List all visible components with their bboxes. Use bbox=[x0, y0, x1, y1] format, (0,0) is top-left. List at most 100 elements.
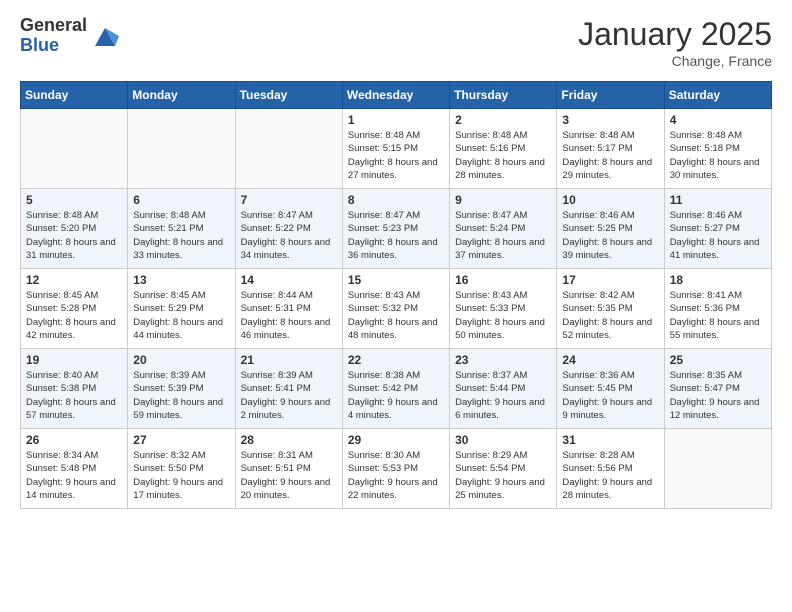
day-number: 8 bbox=[348, 193, 444, 207]
calendar-day-cell: 2 Sunrise: 8:48 AM Sunset: 5:16 PM Dayli… bbox=[450, 109, 557, 189]
title-section: January 2025 Change, France bbox=[578, 16, 772, 69]
calendar: Sunday Monday Tuesday Wednesday Thursday… bbox=[20, 81, 772, 509]
sunset: Sunset: 5:18 PM bbox=[670, 143, 740, 154]
sunrise: Sunrise: 8:35 AM bbox=[670, 370, 742, 381]
sunset: Sunset: 5:31 PM bbox=[241, 303, 311, 314]
calendar-day-cell bbox=[664, 429, 771, 509]
daylight: Daylight: 9 hours and 25 minutes. bbox=[455, 477, 545, 501]
sunset: Sunset: 5:50 PM bbox=[133, 463, 203, 474]
sunrise: Sunrise: 8:40 AM bbox=[26, 370, 98, 381]
page: General Blue January 2025 Change, France… bbox=[0, 0, 792, 612]
day-number: 14 bbox=[241, 273, 337, 287]
sunrise: Sunrise: 8:28 AM bbox=[562, 450, 634, 461]
calendar-day-cell: 24 Sunrise: 8:36 AM Sunset: 5:45 PM Dayl… bbox=[557, 349, 664, 429]
day-number: 27 bbox=[133, 433, 229, 447]
col-monday: Monday bbox=[128, 82, 235, 109]
sunset: Sunset: 5:44 PM bbox=[455, 383, 525, 394]
day-number: 3 bbox=[562, 113, 658, 127]
col-friday: Friday bbox=[557, 82, 664, 109]
calendar-day-cell: 18 Sunrise: 8:41 AM Sunset: 5:36 PM Dayl… bbox=[664, 269, 771, 349]
calendar-day-cell: 7 Sunrise: 8:47 AM Sunset: 5:22 PM Dayli… bbox=[235, 189, 342, 269]
calendar-week-row: 1 Sunrise: 8:48 AM Sunset: 5:15 PM Dayli… bbox=[21, 109, 772, 189]
day-info: Sunrise: 8:40 AM Sunset: 5:38 PM Dayligh… bbox=[26, 369, 122, 422]
sunset: Sunset: 5:45 PM bbox=[562, 383, 632, 394]
daylight: Daylight: 8 hours and 29 minutes. bbox=[562, 157, 652, 181]
col-sunday: Sunday bbox=[21, 82, 128, 109]
sunset: Sunset: 5:51 PM bbox=[241, 463, 311, 474]
sunrise: Sunrise: 8:39 AM bbox=[133, 370, 205, 381]
sunset: Sunset: 5:33 PM bbox=[455, 303, 525, 314]
day-number: 11 bbox=[670, 193, 766, 207]
day-number: 22 bbox=[348, 353, 444, 367]
calendar-day-cell: 25 Sunrise: 8:35 AM Sunset: 5:47 PM Dayl… bbox=[664, 349, 771, 429]
calendar-day-cell: 9 Sunrise: 8:47 AM Sunset: 5:24 PM Dayli… bbox=[450, 189, 557, 269]
sunset: Sunset: 5:23 PM bbox=[348, 223, 418, 234]
daylight: Daylight: 8 hours and 42 minutes. bbox=[26, 317, 116, 341]
calendar-week-row: 5 Sunrise: 8:48 AM Sunset: 5:20 PM Dayli… bbox=[21, 189, 772, 269]
calendar-week-row: 26 Sunrise: 8:34 AM Sunset: 5:48 PM Dayl… bbox=[21, 429, 772, 509]
day-info: Sunrise: 8:42 AM Sunset: 5:35 PM Dayligh… bbox=[562, 289, 658, 342]
sunrise: Sunrise: 8:30 AM bbox=[348, 450, 420, 461]
sunrise: Sunrise: 8:48 AM bbox=[133, 210, 205, 221]
day-number: 4 bbox=[670, 113, 766, 127]
day-number: 31 bbox=[562, 433, 658, 447]
daylight: Daylight: 9 hours and 6 minutes. bbox=[455, 397, 545, 421]
day-number: 16 bbox=[455, 273, 551, 287]
day-number: 12 bbox=[26, 273, 122, 287]
calendar-day-cell: 28 Sunrise: 8:31 AM Sunset: 5:51 PM Dayl… bbox=[235, 429, 342, 509]
daylight: Daylight: 8 hours and 31 minutes. bbox=[26, 237, 116, 261]
sunrise: Sunrise: 8:47 AM bbox=[455, 210, 527, 221]
sunrise: Sunrise: 8:32 AM bbox=[133, 450, 205, 461]
calendar-week-row: 12 Sunrise: 8:45 AM Sunset: 5:28 PM Dayl… bbox=[21, 269, 772, 349]
daylight: Daylight: 8 hours and 59 minutes. bbox=[133, 397, 223, 421]
location-subtitle: Change, France bbox=[578, 53, 772, 69]
sunrise: Sunrise: 8:48 AM bbox=[26, 210, 98, 221]
day-number: 5 bbox=[26, 193, 122, 207]
calendar-day-cell: 19 Sunrise: 8:40 AM Sunset: 5:38 PM Dayl… bbox=[21, 349, 128, 429]
sunrise: Sunrise: 8:45 AM bbox=[26, 290, 98, 301]
sunrise: Sunrise: 8:38 AM bbox=[348, 370, 420, 381]
day-number: 9 bbox=[455, 193, 551, 207]
sunrise: Sunrise: 8:37 AM bbox=[455, 370, 527, 381]
day-info: Sunrise: 8:44 AM Sunset: 5:31 PM Dayligh… bbox=[241, 289, 337, 342]
sunrise: Sunrise: 8:34 AM bbox=[26, 450, 98, 461]
day-info: Sunrise: 8:39 AM Sunset: 5:41 PM Dayligh… bbox=[241, 369, 337, 422]
sunrise: Sunrise: 8:36 AM bbox=[562, 370, 634, 381]
calendar-day-cell: 29 Sunrise: 8:30 AM Sunset: 5:53 PM Dayl… bbox=[342, 429, 449, 509]
sunrise: Sunrise: 8:47 AM bbox=[348, 210, 420, 221]
sunset: Sunset: 5:42 PM bbox=[348, 383, 418, 394]
daylight: Daylight: 8 hours and 39 minutes. bbox=[562, 237, 652, 261]
day-info: Sunrise: 8:30 AM Sunset: 5:53 PM Dayligh… bbox=[348, 449, 444, 502]
sunset: Sunset: 5:39 PM bbox=[133, 383, 203, 394]
calendar-day-cell: 21 Sunrise: 8:39 AM Sunset: 5:41 PM Dayl… bbox=[235, 349, 342, 429]
sunrise: Sunrise: 8:43 AM bbox=[348, 290, 420, 301]
sunset: Sunset: 5:35 PM bbox=[562, 303, 632, 314]
calendar-day-cell: 8 Sunrise: 8:47 AM Sunset: 5:23 PM Dayli… bbox=[342, 189, 449, 269]
calendar-day-cell: 22 Sunrise: 8:38 AM Sunset: 5:42 PM Dayl… bbox=[342, 349, 449, 429]
day-info: Sunrise: 8:47 AM Sunset: 5:24 PM Dayligh… bbox=[455, 209, 551, 262]
day-number: 6 bbox=[133, 193, 229, 207]
calendar-day-cell: 11 Sunrise: 8:46 AM Sunset: 5:27 PM Dayl… bbox=[664, 189, 771, 269]
sunrise: Sunrise: 8:45 AM bbox=[133, 290, 205, 301]
day-info: Sunrise: 8:47 AM Sunset: 5:22 PM Dayligh… bbox=[241, 209, 337, 262]
sunset: Sunset: 5:32 PM bbox=[348, 303, 418, 314]
calendar-day-cell: 15 Sunrise: 8:43 AM Sunset: 5:32 PM Dayl… bbox=[342, 269, 449, 349]
sunset: Sunset: 5:29 PM bbox=[133, 303, 203, 314]
sunset: Sunset: 5:22 PM bbox=[241, 223, 311, 234]
calendar-day-cell: 23 Sunrise: 8:37 AM Sunset: 5:44 PM Dayl… bbox=[450, 349, 557, 429]
sunset: Sunset: 5:54 PM bbox=[455, 463, 525, 474]
sunrise: Sunrise: 8:39 AM bbox=[241, 370, 313, 381]
daylight: Daylight: 9 hours and 17 minutes. bbox=[133, 477, 223, 501]
day-info: Sunrise: 8:28 AM Sunset: 5:56 PM Dayligh… bbox=[562, 449, 658, 502]
sunrise: Sunrise: 8:43 AM bbox=[455, 290, 527, 301]
day-number: 10 bbox=[562, 193, 658, 207]
calendar-day-cell: 30 Sunrise: 8:29 AM Sunset: 5:54 PM Dayl… bbox=[450, 429, 557, 509]
sunrise: Sunrise: 8:44 AM bbox=[241, 290, 313, 301]
day-number: 26 bbox=[26, 433, 122, 447]
calendar-day-cell: 1 Sunrise: 8:48 AM Sunset: 5:15 PM Dayli… bbox=[342, 109, 449, 189]
logo: General Blue bbox=[20, 16, 119, 56]
logo-blue: Blue bbox=[20, 36, 87, 56]
sunrise: Sunrise: 8:46 AM bbox=[562, 210, 634, 221]
day-info: Sunrise: 8:48 AM Sunset: 5:15 PM Dayligh… bbox=[348, 129, 444, 182]
daylight: Daylight: 9 hours and 14 minutes. bbox=[26, 477, 116, 501]
